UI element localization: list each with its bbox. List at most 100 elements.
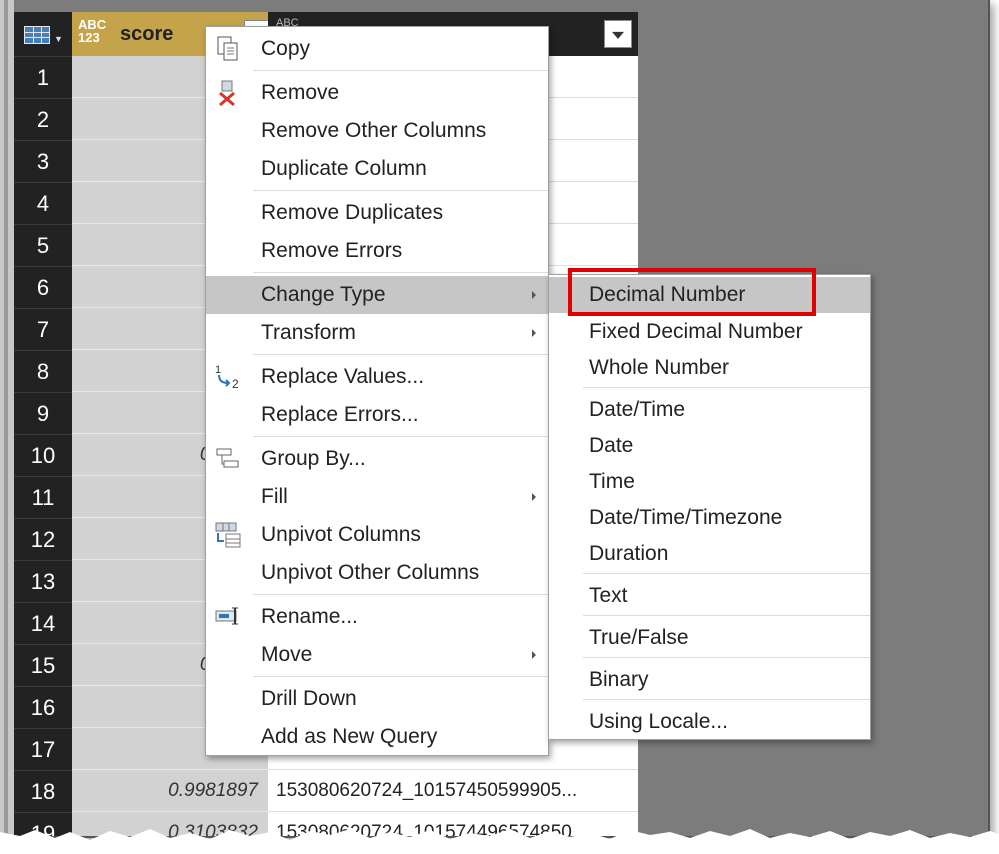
- menu-item-duplicate-column[interactable]: Duplicate Column: [206, 150, 548, 188]
- menu-item-label: Remove Errors: [261, 239, 403, 262]
- menu-item-label: Duration: [589, 542, 669, 565]
- row-number[interactable]: 15: [14, 644, 72, 686]
- row-number[interactable]: 18: [14, 770, 72, 812]
- row-number[interactable]: 14: [14, 602, 72, 644]
- type-option-using-locale[interactable]: Using Locale...: [549, 704, 870, 740]
- menu-item-label: Transform: [261, 321, 356, 344]
- filter-dropdown-button[interactable]: [604, 20, 632, 48]
- menu-item-unpivot-other-columns[interactable]: Unpivot Other Columns: [206, 554, 548, 592]
- row-number[interactable]: 3: [14, 140, 72, 182]
- type-option-fixed-decimal-number[interactable]: Fixed Decimal Number: [549, 314, 870, 350]
- type-option-date-time[interactable]: Date/Time: [549, 392, 870, 428]
- menu-item-remove-errors[interactable]: Remove Errors: [206, 232, 548, 270]
- annotation-highlight-box: [568, 268, 816, 316]
- copy-icon: [214, 35, 242, 63]
- type-option-time[interactable]: Time: [549, 464, 870, 500]
- table-row[interactable]: 18 0.9981897 153080620724_10157450599905..…: [14, 770, 638, 812]
- replace-values-icon: 12: [214, 363, 242, 391]
- type-option-whole-number[interactable]: Whole Number: [549, 350, 870, 386]
- menu-item-group-by[interactable]: Group By...: [206, 440, 548, 478]
- menu-item-label: Text: [589, 584, 628, 607]
- menu-item-label: Time: [589, 470, 635, 493]
- any-type-icon[interactable]: ABC 123: [78, 18, 106, 44]
- row-number[interactable]: 13: [14, 560, 72, 602]
- menu-item-label: Fixed Decimal Number: [589, 320, 803, 343]
- menu-separator: [253, 676, 548, 677]
- menu-item-label: Add as New Query: [261, 725, 438, 748]
- menu-item-label: Date: [589, 434, 634, 457]
- power-query-editor: ▼ ABC 123 score ABC 10.96430760...20.981…: [0, 0, 990, 838]
- chevron-down-icon: ▼: [54, 34, 63, 44]
- menu-item-unpivot-columns[interactable]: Unpivot Columns: [206, 516, 548, 554]
- group-by-icon: [214, 445, 242, 473]
- menu-separator: [253, 272, 548, 273]
- id-cell[interactable]: 153080620724_10157450599905...: [268, 770, 638, 812]
- menu-item-label: Whole Number: [589, 356, 730, 379]
- row-number[interactable]: 8: [14, 350, 72, 392]
- table-menu-button[interactable]: ▼: [14, 12, 72, 56]
- menu-separator: [583, 699, 870, 700]
- menu-item-label: Copy: [261, 37, 311, 60]
- row-number[interactable]: 10: [14, 434, 72, 476]
- menu-item-label: Date/Time: [589, 398, 686, 421]
- row-number[interactable]: 1: [14, 56, 72, 98]
- svg-text:1: 1: [215, 364, 221, 376]
- menu-item-copy[interactable]: Copy: [206, 30, 548, 68]
- type-option-true-false[interactable]: True/False: [549, 620, 870, 656]
- row-number[interactable]: 9: [14, 392, 72, 434]
- menu-item-label: Remove Duplicates: [261, 201, 444, 224]
- unpivot-icon: [214, 521, 242, 549]
- menu-item-label: Remove: [261, 81, 340, 104]
- row-number[interactable]: 5: [14, 224, 72, 266]
- change-type-submenu: Decimal Number Fixed Decimal Number Whole …: [548, 274, 871, 740]
- type-option-binary[interactable]: Binary: [549, 662, 870, 698]
- menu-item-add-as-new-query[interactable]: Add as New Query: [206, 718, 548, 756]
- menu-separator: [583, 573, 870, 574]
- remove-column-icon: [214, 79, 242, 107]
- left-panel-strip: [0, 0, 14, 836]
- type-option-date[interactable]: Date: [549, 428, 870, 464]
- menu-separator: [583, 387, 870, 388]
- menu-item-label: Unpivot Columns: [261, 523, 421, 546]
- menu-item-replace-errors[interactable]: Replace Errors...: [206, 396, 548, 434]
- row-number[interactable]: 7: [14, 308, 72, 350]
- menu-item-label: Date/Time/Timezone: [589, 506, 783, 529]
- menu-separator: [253, 354, 548, 355]
- table-icon: [24, 26, 50, 44]
- menu-item-label: Drill Down: [261, 687, 357, 710]
- score-cell[interactable]: 0.9981897: [72, 770, 268, 812]
- menu-item-transform[interactable]: Transform: [206, 314, 548, 352]
- menu-item-label: Duplicate Column: [261, 157, 427, 180]
- type-option-date-time-timezone[interactable]: Date/Time/Timezone: [549, 500, 870, 536]
- menu-item-remove-other-columns[interactable]: Remove Other Columns: [206, 112, 548, 150]
- menu-item-remove[interactable]: Remove: [206, 74, 548, 112]
- menu-item-change-type[interactable]: Change Type: [206, 276, 548, 314]
- submenu-arrow-icon: [532, 291, 536, 299]
- menu-item-fill[interactable]: Fill: [206, 478, 548, 516]
- row-number[interactable]: 2: [14, 98, 72, 140]
- menu-item-label: Change Type: [261, 283, 386, 306]
- menu-item-rename[interactable]: Rename...: [206, 598, 548, 636]
- menu-item-replace-values[interactable]: 1 2 Replace Values...: [206, 358, 548, 396]
- row-number[interactable]: 12: [14, 518, 72, 560]
- type-option-duration[interactable]: Duration: [549, 536, 870, 572]
- row-number[interactable]: 11: [14, 476, 72, 518]
- menu-item-label: Unpivot Other Columns: [261, 561, 480, 584]
- menu-item-label: Using Locale...: [589, 710, 728, 733]
- submenu-arrow-icon: [532, 651, 536, 659]
- type-option-text[interactable]: Text: [549, 578, 870, 614]
- menu-item-label: Group By...: [261, 447, 366, 470]
- scrollbar[interactable]: [4, 0, 8, 836]
- menu-separator: [583, 615, 870, 616]
- svg-text:2: 2: [232, 377, 239, 391]
- submenu-arrow-icon: [532, 329, 536, 337]
- menu-item-drill-down[interactable]: Drill Down: [206, 680, 548, 718]
- row-number[interactable]: 16: [14, 686, 72, 728]
- row-number[interactable]: 4: [14, 182, 72, 224]
- row-number[interactable]: 6: [14, 266, 72, 308]
- row-number[interactable]: 17: [14, 728, 72, 770]
- menu-item-remove-duplicates[interactable]: Remove Duplicates: [206, 194, 548, 232]
- menu-item-move[interactable]: Move: [206, 636, 548, 674]
- menu-item-label: Binary: [589, 668, 649, 691]
- submenu-arrow-icon: [532, 493, 536, 501]
